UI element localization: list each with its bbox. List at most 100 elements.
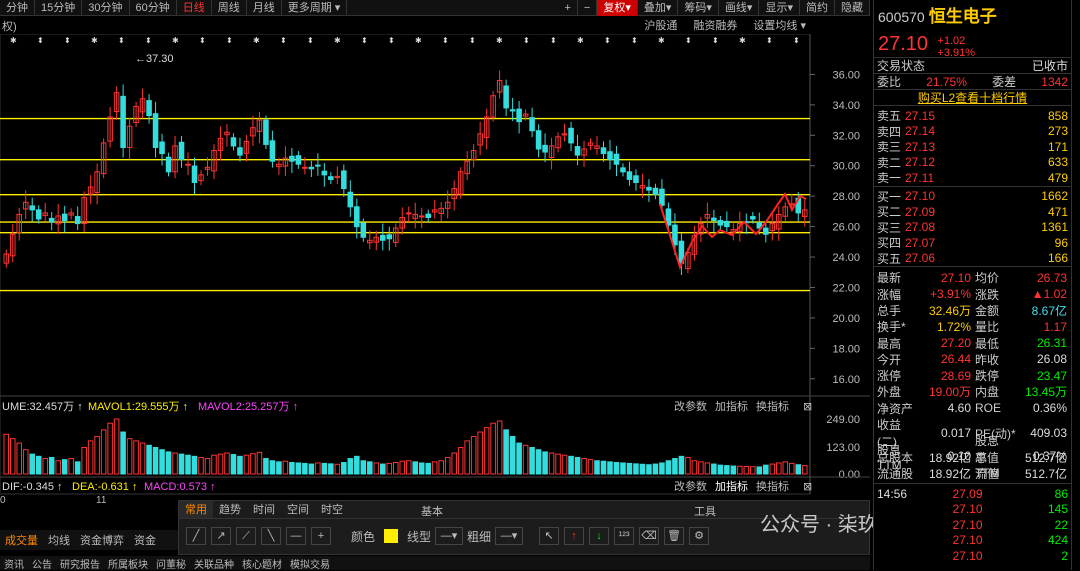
stat-key: 金额 — [975, 303, 1000, 318]
indicator-tab-1[interactable]: 均线 — [43, 532, 75, 548]
toolbar-tab-3[interactable]: 空间 — [281, 501, 315, 518]
info-tab-7[interactable]: 模拟交易 — [290, 556, 330, 571]
toolbar-button-2[interactable]: 复权▾ — [597, 0, 638, 16]
toolbar-tab-4[interactable]: 时空 — [315, 501, 349, 518]
indicator-tab-2[interactable]: 资金博弈 — [75, 532, 129, 548]
event-marker: ✱ — [658, 36, 665, 45]
candle-body — [328, 176, 334, 180]
stat-key: 换手* — [877, 320, 906, 335]
candle-body — [178, 141, 185, 161]
down-arrow-icon[interactable]: ↓ — [589, 527, 610, 545]
indicator-tab-3[interactable]: 资金 — [129, 532, 161, 548]
stat-row: 收益(二) 0.017 PE(动)* 409.03 — [874, 416, 1071, 449]
line-style-select[interactable]: —▾ — [435, 527, 464, 545]
macd-label: MACD:0.573 ↑ — [144, 481, 216, 493]
toolbar-tab-2[interactable]: 时间 — [247, 501, 281, 518]
info-tab-1[interactable]: 公告 — [32, 556, 52, 571]
info-tab-6[interactable]: 核心题材 — [242, 556, 282, 571]
candle-body — [425, 213, 431, 218]
l2-link[interactable]: 购买L2查看十档行情 — [874, 90, 1071, 107]
mavol1-label: MAVOL1:29.555万 ↑ — [88, 401, 188, 413]
up-arrow-icon[interactable]: ↑ — [564, 527, 585, 545]
event-marker: ⬍ — [685, 36, 692, 45]
draw-line-icon[interactable]: ╲ — [261, 527, 281, 545]
chart-link-1[interactable]: 融资融券 — [693, 17, 737, 33]
volume-bar — [613, 462, 620, 475]
chart-link-2[interactable]: 设置均线 ▾ — [753, 17, 806, 33]
color-label: 颜色 — [351, 529, 376, 544]
add-icon[interactable]: + — [311, 527, 331, 545]
dea-label: DEA:-0.631 ↑ — [72, 481, 137, 493]
volume-bar — [581, 458, 587, 475]
volume-bar — [315, 462, 321, 475]
toolbar-button-3[interactable]: 叠加▾ — [638, 0, 679, 16]
tab-period-0[interactable]: 分钟 — [0, 0, 35, 16]
tab-period-7[interactable]: 更多周期 ▾ — [282, 0, 348, 16]
delete-icon[interactable]: 🗑 — [664, 527, 685, 545]
volume-bar — [276, 461, 282, 475]
volume-bar — [763, 464, 769, 475]
tick-price: 27.09 — [952, 486, 983, 501]
toolbar-tab-1[interactable]: 趋势 — [213, 501, 247, 518]
tab-period-3[interactable]: 60分钟 — [130, 0, 177, 16]
info-tab-2[interactable]: 研究报告 — [60, 556, 100, 571]
stat-value: +3.91% — [929, 287, 971, 302]
volume-bar — [568, 455, 574, 475]
thickness-select[interactable]: —▾ — [495, 527, 524, 545]
volume-bar — [392, 462, 399, 475]
toolbar-button-0[interactable]: + — [558, 0, 578, 16]
tab-period-2[interactable]: 30分钟 — [82, 0, 130, 16]
text-tool-icon[interactable]: ¹²³ — [614, 527, 635, 545]
kline-chart[interactable]: 36.00 34.00 32.00 30.00 28.00 26.00 24.00 22.00… — [0, 34, 870, 504]
bid-volume: 1361 — [1041, 220, 1068, 235]
toolbar-button-5[interactable]: 画线▾ — [719, 0, 760, 16]
settings-icon[interactable]: ⚙ — [689, 527, 710, 545]
candle-body — [289, 155, 295, 162]
tab-period-5[interactable]: 周线 — [212, 0, 247, 16]
bid-volume: 166 — [1047, 251, 1068, 266]
tab-period-6[interactable]: 月线 — [247, 0, 282, 16]
volume-bar — [224, 452, 230, 475]
toolbar-button-4[interactable]: 筹码▾ — [678, 0, 719, 16]
draw-ray-icon[interactable]: ⟋ — [236, 527, 256, 545]
bid-label: 买一 — [877, 189, 902, 204]
volume-bar — [321, 462, 328, 475]
ask-volume: 633 — [1047, 155, 1068, 170]
toolbar-button-7[interactable]: 简约 — [800, 0, 835, 16]
indicator-tab-0[interactable]: 成交量 — [0, 532, 43, 548]
volume-bar — [535, 449, 542, 475]
pointer-icon[interactable]: ↖ — [539, 527, 560, 545]
info-tab-3[interactable]: 所属板块 — [108, 556, 148, 571]
date-label: 11 — [96, 495, 107, 504]
volume-bar — [574, 456, 581, 475]
tick-price: 27.10 — [952, 548, 983, 563]
volume-bar — [776, 462, 782, 475]
draw-segment-icon[interactable]: ╱ — [186, 527, 206, 545]
toolbar-button-1[interactable]: − — [578, 0, 598, 16]
toolbar-tab-0[interactable]: 常用 — [179, 501, 213, 518]
chart-link-0[interactable]: 沪股通 — [644, 17, 677, 33]
draw-hline-icon[interactable]: — — [286, 527, 306, 545]
dif-label: DIF:-0.345 ↑ — [2, 481, 63, 493]
event-marker: ⬍ — [712, 36, 719, 45]
color-swatch[interactable] — [384, 529, 399, 543]
draw-arrow-icon[interactable]: ↗ — [211, 527, 231, 545]
volume-bar — [470, 435, 477, 475]
info-tab-5[interactable]: 关联品种 — [194, 556, 234, 571]
ask-label: 卖三 — [877, 140, 902, 155]
tab-period-1[interactable]: 15分钟 — [35, 0, 83, 16]
event-marker: ⬍ — [37, 36, 44, 45]
info-tab-4[interactable]: 问董秘 — [156, 556, 186, 571]
stat-key: 涨幅 — [877, 287, 902, 302]
toolbar-button-8[interactable]: 隐藏 — [835, 0, 870, 16]
eraser-icon[interactable]: ⌫ — [639, 527, 660, 545]
bid-volume: 96 — [1054, 235, 1068, 250]
stat-row: 换手* 1.72% 量比 1.17 — [874, 318, 1071, 335]
tab-period-4[interactable]: 日线 — [177, 0, 212, 16]
volume-bar — [717, 464, 724, 475]
volume-bar — [548, 452, 555, 475]
toolbar-button-6[interactable]: 显示▾ — [759, 0, 800, 16]
info-tab-0[interactable]: 资讯 — [4, 556, 24, 571]
event-marker: ✱ — [253, 36, 260, 45]
volume-bar — [178, 453, 185, 475]
